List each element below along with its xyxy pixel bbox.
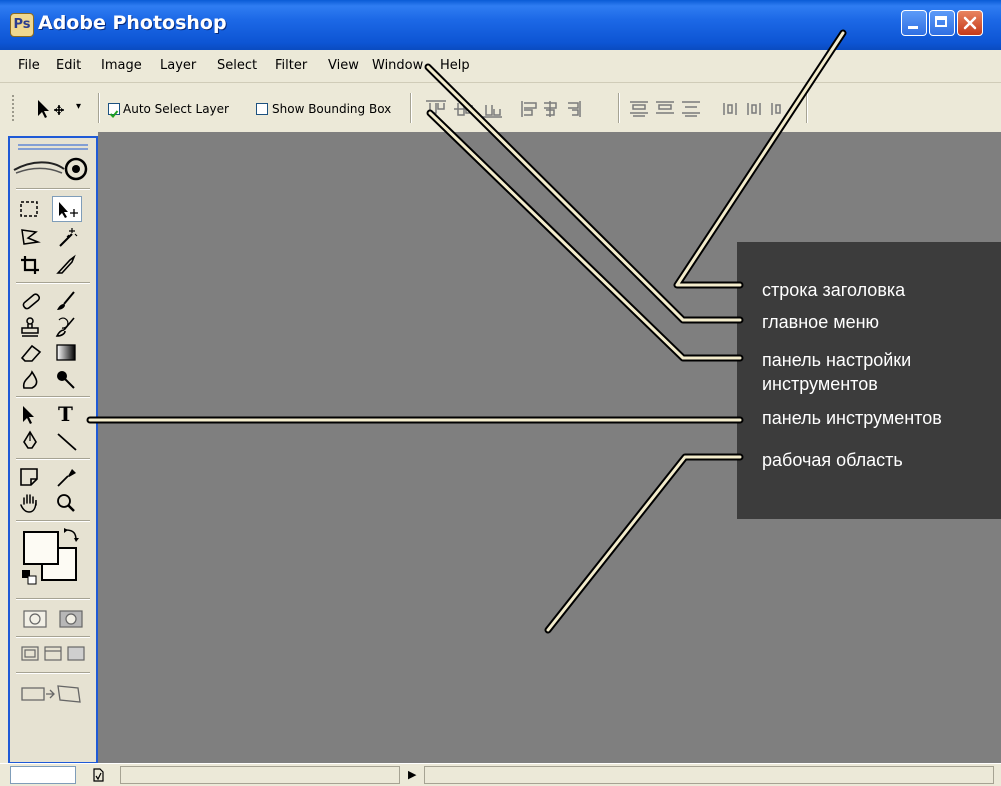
leader-work-area xyxy=(544,453,744,634)
callout-leader-lines xyxy=(86,29,847,634)
photoshop-window: Ps Adobe Photoshop File Edit Image Layer… xyxy=(0,0,1001,786)
